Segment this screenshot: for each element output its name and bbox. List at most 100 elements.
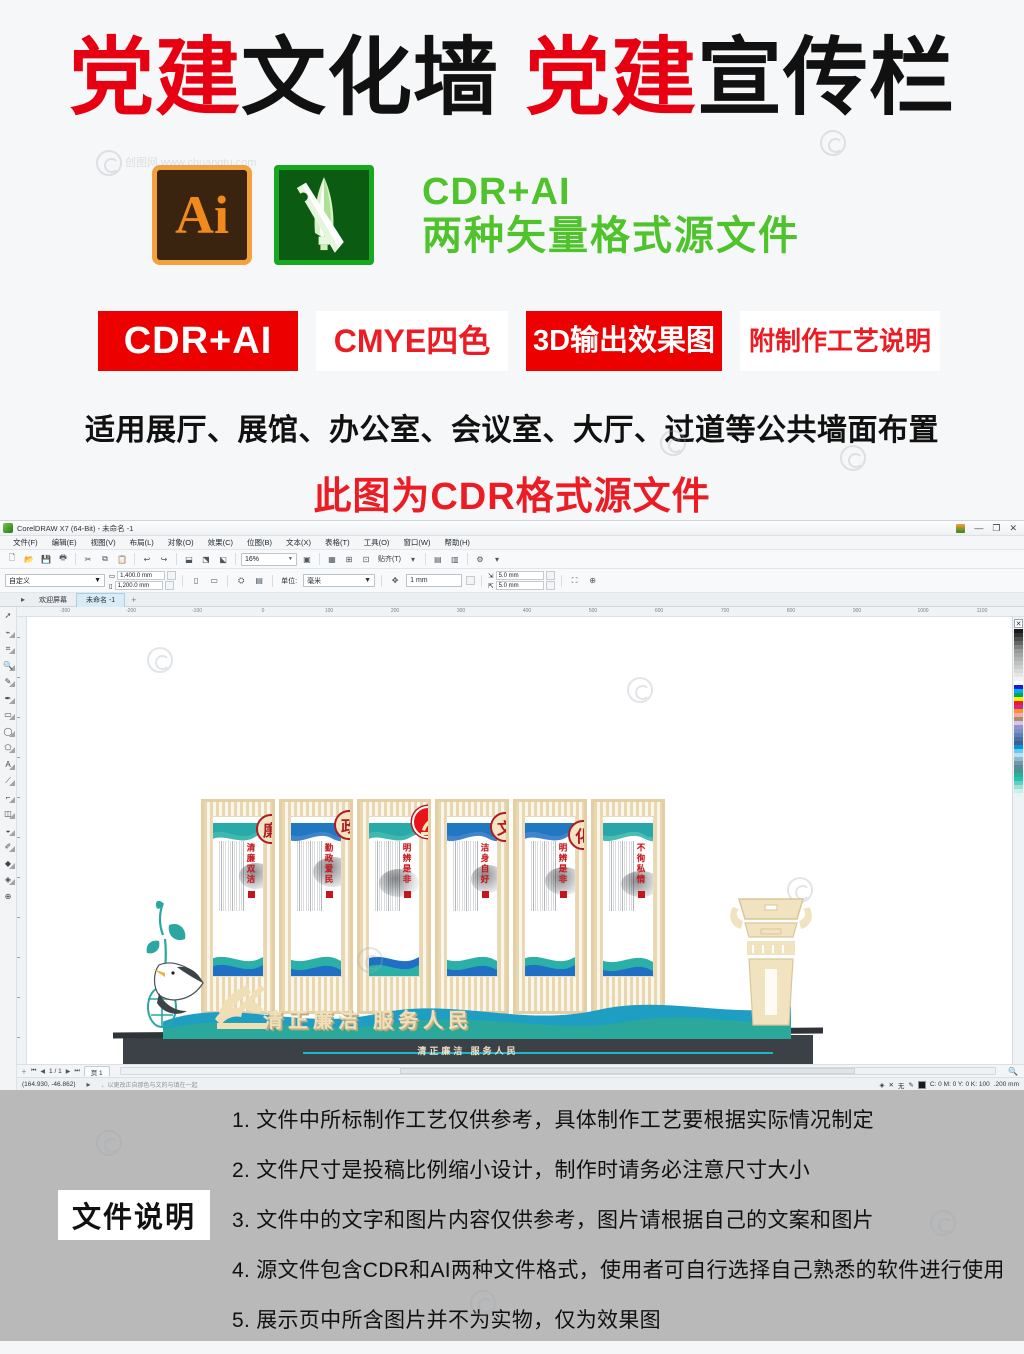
snap-to-guides-icon[interactable]: ⊞ [342,552,356,566]
nudge-stepper[interactable] [466,576,476,585]
duplicate-y-stepper[interactable] [545,581,555,590]
duplicate-x-stepper[interactable] [545,571,555,580]
tab-untitled-1[interactable]: 未命名 -1 [76,592,126,607]
outline-pen-icon[interactable]: ✎ [908,1081,913,1089]
unit-combo[interactable]: 毫米 ▼ [303,574,376,587]
fill-color-icon[interactable]: ◈ [879,1081,884,1089]
page-width-stepper[interactable] [167,571,177,580]
status-expand-icon[interactable]: ▸ [81,1078,95,1091]
menu-tools[interactable]: 工具(O) [357,537,397,548]
snap-to-grid-icon[interactable]: ▦ [325,552,339,566]
portrait-icon[interactable]: ▯ [189,574,203,588]
minimize-button[interactable]: — [974,523,983,533]
artwork-party-culture-wall[interactable]: 清廉双洁 廉 [123,799,813,1064]
menu-file[interactable]: 文件(F) [6,537,45,548]
crop-tool[interactable]: ⌗ [2,643,15,654]
quick-customize-icon[interactable]: ⊕ [586,574,600,588]
object-manager-icon[interactable]: ▥ [448,552,462,566]
menu-layout[interactable]: 布局(L) [123,537,161,548]
last-page-button[interactable]: ⏭ [74,1068,79,1075]
chevron-down-icon[interactable]: ▾ [490,552,504,566]
menu-window[interactable]: 窗口(W) [396,537,437,548]
smart-fill-tool[interactable]: ◈ [2,874,15,885]
menu-object[interactable]: 对象(O) [161,537,201,548]
chevron-down-icon[interactable]: ▾ [406,552,420,566]
page-height-input[interactable]: 1,200.0 mm [114,581,163,590]
save-icon[interactable]: 💾 [39,552,53,566]
palette-swatch[interactable] [1014,793,1023,797]
application-launcher-icon[interactable]: ⚙ [473,552,487,566]
zoom-tool[interactable]: 🔍 [2,660,15,671]
freehand-tool[interactable]: ✎ [2,676,15,687]
new-tab-button[interactable]: + [125,595,142,605]
print-icon[interactable]: 🖶 [56,552,70,566]
text-tool[interactable]: A [2,759,15,770]
add-page-button[interactable]: ＋ [21,1067,27,1076]
rectangle-tool[interactable]: ▭ [2,709,15,720]
close-button[interactable]: ✕ [1009,523,1017,533]
pick-tool[interactable]: ➚ [2,610,15,621]
menu-table[interactable]: 表格(T) [318,537,357,548]
ellipse-tool[interactable]: ◯ [2,726,15,737]
import-icon[interactable]: ⬓ [182,552,196,566]
cut-icon[interactable]: ✂ [81,552,95,566]
polygon-tool[interactable]: ⬠ [2,742,15,753]
parallel-dimension-tool[interactable]: ⟋ [2,775,15,786]
horizontal-scrollbar[interactable] [119,1067,996,1075]
publish-pdf-icon[interactable]: ⬕ [216,552,230,566]
no-color-swatch[interactable]: ✕ [1014,619,1023,628]
zoom-out-icon[interactable]: 🔍 [1006,1064,1020,1078]
nudge-distance-input[interactable]: 1 mm [406,574,463,587]
first-page-button[interactable]: ⏮ [31,1068,36,1075]
snap-dropdown-label[interactable]: 贴齐(T) [376,554,403,564]
horizontal-ruler[interactable]: -300 -200 -100 0 100 200 300 400 500 600… [17,607,1024,617]
artistic-media-tool[interactable]: ✒ [2,693,15,704]
redo-icon[interactable]: ↪ [157,552,171,566]
duplicate-y-input[interactable]: 5.0 mm [495,581,544,590]
landscape-icon[interactable]: ▭ [207,574,221,588]
page-width-input[interactable]: 1,400.0 mm [117,571,166,580]
interactive-fill-tool[interactable]: ◆ [2,858,15,869]
options-icon[interactable]: ▤ [431,552,445,566]
current-page-icon[interactable]: ▤ [252,574,266,588]
transparency-tool[interactable]: ◒ [2,825,15,836]
page-tab-1[interactable]: 页 1 [83,1066,110,1077]
drawing-canvas[interactable]: 清廉双洁 廉 [27,617,1012,1064]
menu-view[interactable]: 视图(V) [84,537,123,548]
drop-shadow-tool[interactable]: ◫ [2,808,15,819]
export-icon[interactable]: ⬔ [199,552,213,566]
straight-line-connector-tool[interactable]: ⌐ [2,792,15,803]
color-palette[interactable]: ✕ [1012,617,1024,1064]
fullscreen-preview-icon[interactable]: ▣ [300,552,314,566]
copy-icon[interactable]: ⧉ [98,552,112,566]
scrollbar-thumb[interactable] [400,1068,856,1074]
zoom-level-combo[interactable]: 16% ▼ [241,552,297,566]
menu-text[interactable]: 文本(X) [279,537,318,548]
page-preset-combo[interactable]: 自定义 ▼ [5,574,105,587]
open-document-icon[interactable]: 📂 [22,552,36,566]
menu-edit[interactable]: 编辑(E) [45,537,84,548]
color-eyedropper-tool[interactable]: ✐ [2,841,15,852]
prev-page-button[interactable]: ◀ [40,1068,45,1075]
page-height-stepper[interactable] [164,581,174,590]
palette-swatches[interactable] [1014,629,1023,797]
tab-welcome-screen[interactable]: 欢迎屏幕 [30,593,76,607]
menu-bitmaps[interactable]: 位图(B) [240,537,279,548]
edit-scale-icon[interactable]: ⛶ [568,574,582,588]
next-page-button[interactable]: ▶ [66,1068,71,1075]
menu-help[interactable]: 帮助(H) [438,537,477,548]
snap-to-objects-icon[interactable]: ⊡ [359,552,373,566]
new-document-icon[interactable]: 🗋 [5,552,19,566]
menu-effects[interactable]: 效果(C) [201,537,240,548]
undo-icon[interactable]: ↩ [140,552,154,566]
paste-icon[interactable]: 📋 [115,552,129,566]
shape-tool[interactable]: ⌁ [2,627,15,638]
outline-color-swatch[interactable] [917,1080,926,1089]
vertical-ruler[interactable] [17,617,27,1064]
restore-button[interactable]: ❐ [992,523,1000,533]
quick-customize-button[interactable]: ⊕ [2,891,15,902]
watermark [147,647,176,673]
duplicate-x-input[interactable]: 5.0 mm [495,571,544,580]
all-pages-icon[interactable]: ⛭ [234,574,248,588]
tab-overflow-icon[interactable]: ▸ [16,593,30,607]
